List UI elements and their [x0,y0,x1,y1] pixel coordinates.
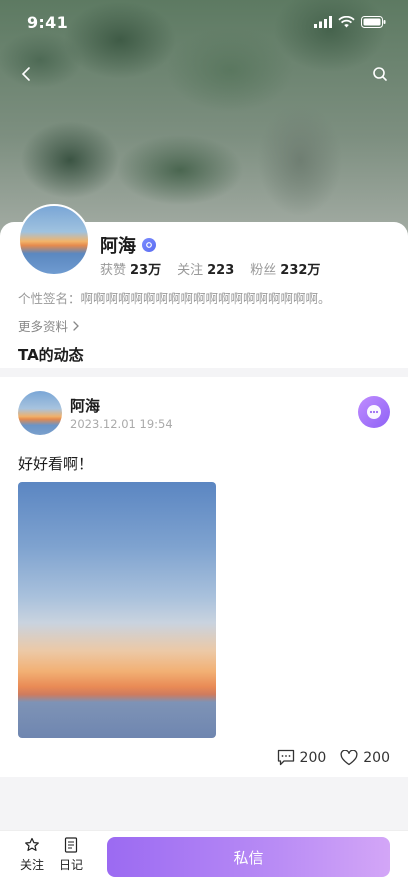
avatar[interactable] [18,204,90,276]
comment-button[interactable]: 200 [277,749,327,766]
status-time: 9:41 [27,12,68,32]
stat-followers[interactable]: 粉丝 232万 [250,259,320,278]
star-icon [25,837,39,851]
like-count: 200 [363,749,390,766]
diary-label: 日记 [58,858,83,872]
post-author[interactable]: 阿海 [70,395,100,416]
diary-button[interactable]: 日记 [57,837,85,873]
status-bar: 9:41 [0,0,408,44]
stat-value: 223 [207,263,235,278]
post-actions: 200 200 [277,749,390,766]
comment-count: 200 [299,749,327,766]
more-dots-icon [367,405,381,419]
stat-label: 关注 [177,263,204,278]
chevron-right-icon [73,320,79,331]
more-info-label: 更多资料 [18,319,69,334]
profile-stats: 获赞 23万 关注 223 粉丝 232万 [100,259,320,278]
signal-icon [314,16,332,28]
diary-icon [64,837,78,853]
signature: 个性签名：啊啊啊啊啊啊啊啊啊啊啊啊啊啊啊啊啊啊啊。 [18,291,331,306]
verified-badge-icon [142,238,156,252]
stat-label: 粉丝 [250,263,277,278]
post-more-button[interactable] [358,396,390,428]
follow-label: 关注 [19,858,44,872]
heart-icon [340,749,358,765]
message-label: 私信 [233,848,264,867]
follow-button[interactable]: 关注 [18,837,46,873]
stat-value: 23万 [130,263,162,278]
comment-icon [277,749,294,766]
stat-value: 232万 [280,263,321,278]
bottom-bar: 关注 日记 私信 [0,830,408,883]
post-card: 阿海 2023.12.01 19:54 好好看啊！ 200 200 [0,377,408,777]
chevron-left-icon [21,67,30,81]
post-time: 2023.12.01 19:54 [70,417,173,431]
more-info-link[interactable]: 更多资料 [18,316,80,335]
post-text: 好好看啊！ [18,455,94,473]
search-button[interactable] [368,62,392,86]
battery-icon [361,16,386,28]
back-button[interactable] [14,62,38,86]
status-icons [314,16,386,28]
message-button[interactable]: 私信 [107,837,390,877]
search-icon [373,67,387,81]
wifi-icon [338,16,355,28]
like-button[interactable]: 200 [340,749,390,766]
stat-likes[interactable]: 获赞 23万 [100,259,161,278]
post-avatar[interactable] [18,391,62,435]
post-image[interactable] [18,482,216,738]
stat-following[interactable]: 关注 223 [177,259,234,278]
stat-label: 获赞 [100,263,127,278]
profile-name: 阿海 [100,236,136,257]
profile-name-row: 阿海 [100,232,156,258]
section-title: TA的动态 [18,346,84,364]
